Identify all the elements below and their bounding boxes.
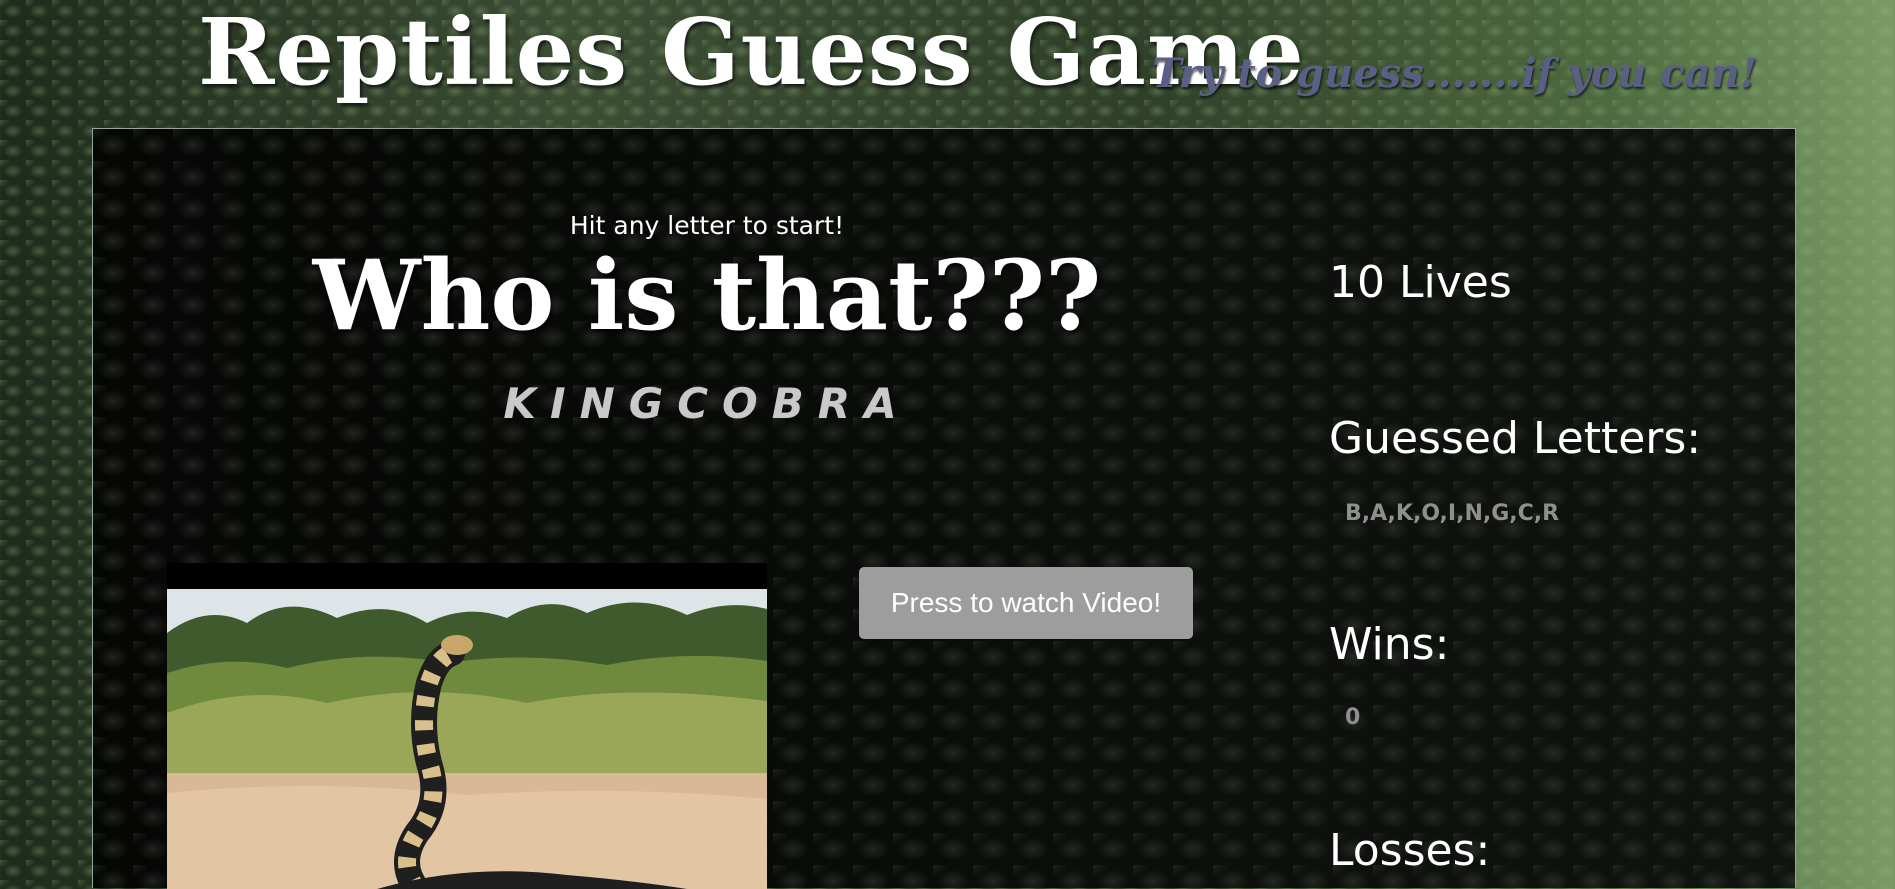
reptile-image xyxy=(167,563,767,889)
site-title: Reptiles Guess Game xyxy=(198,0,1305,106)
guessed-letters-value: B,A,K,O,I,N,G,C,R xyxy=(1345,501,1560,526)
stats-panel: 10 Lives Guessed Letters: B,A,K,O,I,N,G,… xyxy=(1329,129,1769,889)
wins-label: Wins: xyxy=(1329,619,1450,670)
word-display: KINGCOBRA xyxy=(503,379,911,428)
game-panel: Hit any letter to start! Who is that??? … xyxy=(92,128,1796,889)
lives-counter: 10 Lives xyxy=(1329,257,1512,308)
guessed-letters-label: Guessed Letters: xyxy=(1329,413,1702,464)
losses-label: Losses: xyxy=(1329,825,1491,876)
watch-video-button[interactable]: Press to watch Video! xyxy=(859,567,1193,639)
king-cobra-image xyxy=(167,563,767,889)
start-prompt: Hit any letter to start! xyxy=(569,211,845,240)
site-header: Reptiles Guess Game Try to guess.......i… xyxy=(0,0,1895,128)
who-heading: Who is that??? xyxy=(312,239,1102,352)
wins-value: 0 xyxy=(1345,705,1361,730)
site-tagline: Try to guess.......if you can! xyxy=(1152,50,1758,97)
